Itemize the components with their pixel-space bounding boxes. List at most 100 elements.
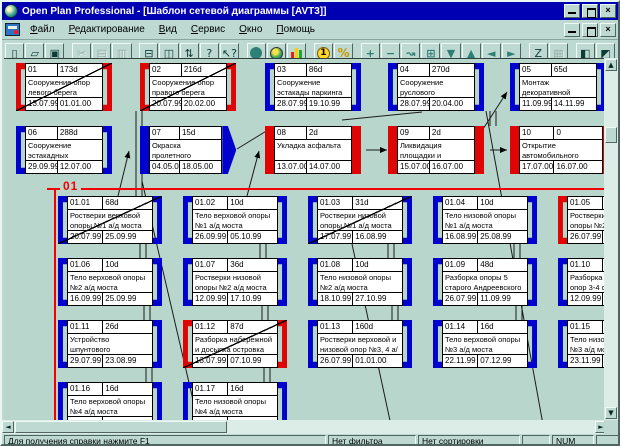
vertical-scrollbar[interactable]: ▲ ▼ [604,58,618,420]
node-name: Монтаж декоративной облицовки опор [520,77,596,97]
task-node-01.09[interactable]: 01.0948dРазборка опоры 5 старого Андреев… [433,258,537,306]
close-button[interactable]: × [600,4,616,18]
node-id: 01.06 [68,259,103,271]
vertical-scroll-thumb[interactable] [605,127,617,143]
node-start-date: 26.09.99 [193,231,228,243]
task-node-01[interactable]: 01173dСооружение опор левого берега13.07… [16,63,112,111]
task-node-01.04[interactable]: 01.0410dТело низовой опоры №1 а/д моста1… [433,196,537,244]
task-node-01.01[interactable]: 01.0168dРостверки верховой опоры №1 а/д … [58,196,162,244]
task-node-05[interactable]: 0565dМонтаж декоративной облицовки опор1… [510,63,606,111]
node-name: Тело низовой опоры №2 а/д моста [318,272,402,292]
child-window-icon[interactable] [5,23,20,36]
task-node-01.05[interactable]: 01.05Ростверки верховой опоры №2 а/д мос… [558,196,608,244]
task-node-01.15[interactable]: 01.15Тело низовой опоры №3 а/д моста23.1… [558,320,608,368]
node-body: 04270dСооружение руслового пролетного ст… [397,63,475,111]
node-finish-date: 27.10.99 [353,293,402,305]
node-start-date: 28.07.99 [275,98,307,110]
node-duration: 16d [103,383,152,395]
node-id: 01.17 [193,383,228,395]
node-name: Ростверки низовой опоры №2 а/д моста [193,272,277,292]
task-node-10[interactable]: 100Открытие автомобильного17.07.0016.07.… [510,126,608,174]
task-node-01.16[interactable]: 01.1616dТело верховой опоры №4 а/д моста [58,382,162,420]
task-node-01.12[interactable]: 01.1287dРазборка набережной и досыпка ос… [183,320,287,368]
node-name: Разборка опоры 5 старого Андреевского [443,272,527,292]
node-finish-date: 23.08.99 [103,355,152,367]
child-minimize-button[interactable] [564,23,580,37]
node-finish-date: 07.12.99 [478,355,527,367]
node-finish-date: 14.07.00 [307,161,351,173]
node-body: 01.1716dТело низовой опоры №4 а/д моста [192,382,278,420]
task-node-01.02[interactable]: 01.0210dТело верховой опоры №1 а/д моста… [183,196,287,244]
node-body: 0565dМонтаж декоративной облицовки опор1… [519,63,597,111]
node-id: 03 [275,64,307,76]
task-node-06[interactable]: 06288dСооружение эстакадных пролетных ст… [16,126,112,174]
node-body: 0715dОкраска пролетного строения04.05.00… [149,126,222,174]
scroll-up-icon[interactable]: ▲ [605,59,617,71]
node-right-cap [528,320,537,368]
node-right-cap [403,258,412,306]
node-id: 04 [398,64,430,76]
node-finish-date: 18.05.00 [180,161,221,173]
task-node-02[interactable]: 02216dСооружение опор правого берега20.0… [140,63,236,111]
node-body: 01.0210dТело верховой опоры №1 а/д моста… [192,196,278,244]
node-id: 01.08 [318,259,353,271]
node-name: Тело низовой опоры №4 а/д моста [193,396,277,416]
menu-item-6[interactable]: Помощь [270,22,321,37]
node-start-date: 11.09.99 [520,98,552,110]
node-left-cap [558,258,567,306]
node-start-date: 15.07.00 [398,161,430,173]
scroll-down-icon[interactable]: ▼ [605,407,617,419]
task-node-03[interactable]: 0386dСооружение эстакады паркинга от ПК … [265,63,361,111]
node-body: 100Открытие автомобильного17.07.0016.07.… [519,126,603,174]
task-node-01.06[interactable]: 01.0610dТело верховой опоры №2 а/д моста… [58,258,162,306]
node-left-cap [183,382,192,420]
node-start-date: 16.09.99 [68,293,103,305]
task-node-09[interactable]: 092dЛиквидация площадки и благоустройств… [388,126,484,174]
child-close-button[interactable]: × [600,23,616,37]
node-start-date: 04.05.00 [150,161,180,173]
menu-item-4[interactable]: Сервис [185,22,231,37]
scroll-left-icon[interactable]: ◄ [2,421,14,433]
task-node-01.13[interactable]: 01.13160dРостверки верховой и низовой оп… [308,320,412,368]
node-left-cap [510,63,519,111]
menu-item-2[interactable]: Редактирование [63,22,151,37]
node-id: 01.05 [568,197,603,209]
node-finish-date: 12.07.00 [58,161,102,173]
horizontal-scroll-thumb[interactable] [15,421,227,433]
task-node-07[interactable]: 0715dОкраска пролетного строения04.05.00… [140,126,236,174]
node-name: Тело низовой опоры №1 а/д моста [443,210,527,230]
node-right-cap [278,382,287,420]
horizontal-scrollbar[interactable]: ◄ ► [2,420,608,434]
node-body: 01.0810dТело низовой опоры №2 а/д моста1… [317,258,403,306]
task-node-01.14[interactable]: 01.1416dТело верховой опоры №3 а/д моста… [433,320,537,368]
app-icon[interactable] [4,4,18,18]
restore-button[interactable] [582,4,598,18]
minimize-button[interactable] [564,4,580,18]
node-name: Ростверки верховой опоры №2 а/д моста [568,210,608,230]
task-node-01.07[interactable]: 01.0736dРостверки низовой опоры №2 а/д м… [183,258,287,306]
menu-item-1[interactable]: Файл [24,22,61,37]
node-name: Сооружение руслового пролетного строения… [398,77,474,97]
node-id: 01.07 [193,259,228,271]
task-node-01.11[interactable]: 01.1126dУстройство шпунтового ограждения… [58,320,162,368]
node-body: 092dЛиквидация площадки и благоустройств… [397,126,475,174]
task-node-01.08[interactable]: 01.0810dТело низовой опоры №2 а/д моста1… [308,258,412,306]
node-id: 01.11 [68,321,103,333]
menu-item-3[interactable]: Вид [153,22,183,37]
status-sort: Нет сортировки [418,435,520,446]
task-node-01.03[interactable]: 01.0331dРостверки низовой опоры №1 а/д м… [308,196,412,244]
menu-item-5[interactable]: Окно [233,22,268,37]
group-border-left [54,188,56,420]
node-progress-cross [308,196,412,244]
node-right-cap [403,320,412,368]
node-start-date: 18.10.99 [318,293,353,305]
node-finish-date: 19.10.99 [307,98,351,110]
node-id: 10 [520,127,554,139]
task-node-01.10[interactable]: 01.10Разборка остальных опор 3-4 старого… [558,258,608,306]
task-node-08[interactable]: 082dУкладка асфальта13.07.0014.07.00 [265,126,361,174]
scrollbar-corner [604,420,618,434]
diagram-canvas[interactable]: 01 01173dСооружение опор левого берега13… [4,58,608,420]
child-restore-button[interactable] [582,23,598,37]
task-node-01.17[interactable]: 01.1716dТело низовой опоры №4 а/д моста [183,382,287,420]
task-node-04[interactable]: 04270dСооружение руслового пролетного ст… [388,63,484,111]
